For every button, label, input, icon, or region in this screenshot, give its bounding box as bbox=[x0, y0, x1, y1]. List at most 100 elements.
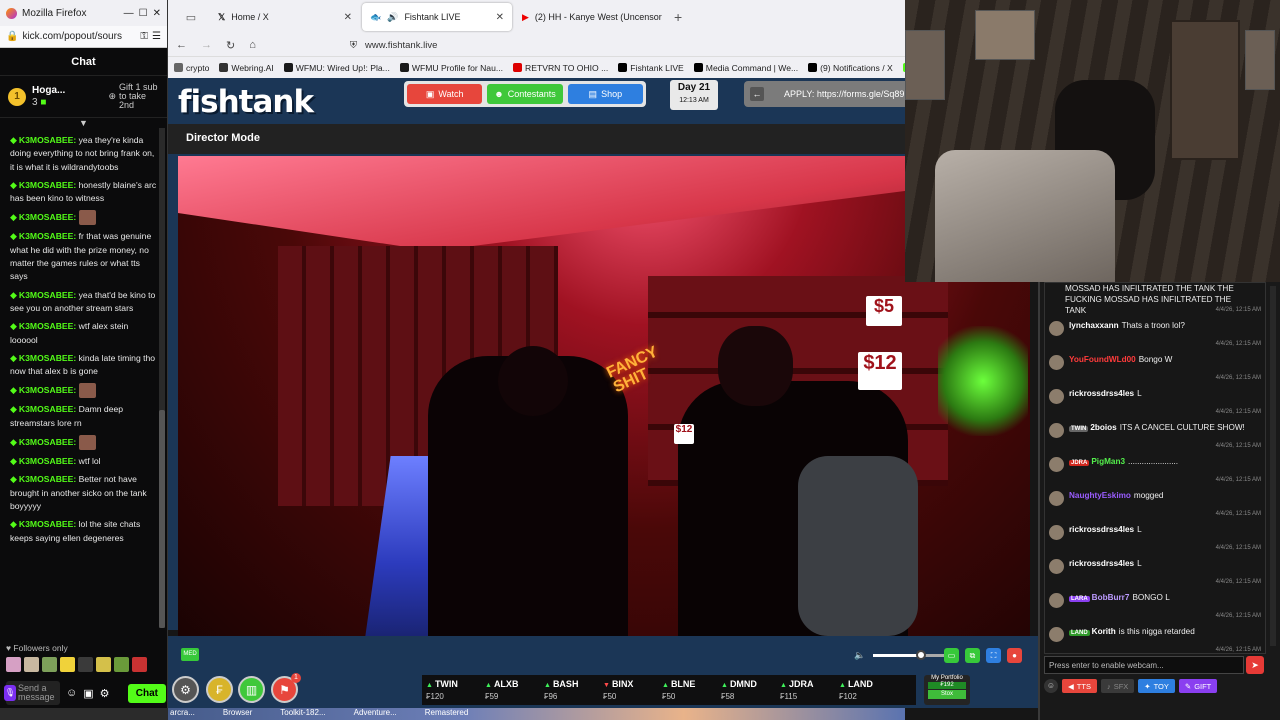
chat-username[interactable]: K3MOSABEE: bbox=[19, 135, 76, 145]
site-info-icon[interactable]: ⛨ bbox=[350, 40, 357, 51]
forward-icon[interactable]: → bbox=[201, 39, 212, 51]
stox-item[interactable]: ▼ BINX ₣50 bbox=[603, 679, 662, 702]
volume-icon[interactable]: 🔈 bbox=[854, 650, 865, 661]
avatar[interactable] bbox=[1049, 321, 1064, 336]
close-icon[interactable]: ✕ bbox=[153, 8, 161, 19]
send-icon[interactable]: ➤ bbox=[1246, 656, 1264, 674]
bookmark-item[interactable]: Fishtank LIVE bbox=[618, 63, 684, 73]
chat-username[interactable]: lynchaxxann bbox=[1069, 321, 1119, 330]
chat-scrollbar[interactable] bbox=[1270, 286, 1276, 646]
volume-slider[interactable] bbox=[873, 650, 954, 660]
record-icon[interactable]: ● bbox=[1007, 648, 1022, 663]
tab-youtube-kanye[interactable]: ▶ (2) HH - Kanye West (Uncensor ✕ bbox=[514, 3, 664, 31]
tab-overview-icon[interactable]: ▭ bbox=[174, 11, 208, 24]
chat-username[interactable]: Korith bbox=[1092, 627, 1116, 636]
chat-username[interactable]: rickrossdrss4les bbox=[1069, 389, 1134, 398]
avatar[interactable] bbox=[1049, 423, 1064, 438]
bookmark-item[interactable]: WFMU Profile for Nau... bbox=[399, 63, 503, 73]
bookmark-item[interactable]: WFMU: Wired Up!: Pla... bbox=[283, 63, 390, 73]
quality-badge[interactable]: MED bbox=[181, 648, 199, 661]
chat-username[interactable]: YouFoundWLd00 bbox=[1069, 355, 1136, 364]
stox-item[interactable]: ▲ LAND ₣102 bbox=[839, 679, 898, 702]
address-bar[interactable]: ⛨ www.fishtank.live bbox=[269, 35, 897, 55]
shop-button[interactable]: ▤ Shop bbox=[567, 84, 643, 104]
chat-username[interactable]: K3MOSABEE: bbox=[19, 321, 76, 331]
chat-username[interactable]: K3MOSABEE: bbox=[19, 385, 76, 395]
avatar[interactable] bbox=[1049, 593, 1064, 608]
collapse-chevron-icon[interactable]: ▼ bbox=[0, 118, 167, 132]
chat-username[interactable]: rickrossdrss4les bbox=[1069, 525, 1134, 534]
chat-username[interactable]: K3MOSABEE: bbox=[19, 180, 76, 190]
address-url[interactable]: www.fishtank.live bbox=[365, 40, 437, 51]
fullscreen-icon[interactable]: ⛶ bbox=[986, 648, 1001, 663]
minimize-icon[interactable]: — bbox=[124, 8, 134, 19]
microphone-icon[interactable]: 🎙 bbox=[4, 685, 16, 701]
volume-control[interactable]: 🔈 bbox=[854, 650, 954, 661]
stox-item[interactable]: ▲ BLNE ₣50 bbox=[662, 679, 721, 702]
bookmark-item[interactable]: crypto bbox=[174, 63, 209, 73]
stox-ticker[interactable]: ▲ TWIN ₣120 ▲ ALXB ₣59 ▲ BASH ₣96 ▼ BINX ₣50 ▲ BLNE ₣5… bbox=[422, 675, 916, 705]
chat-toggle-icon[interactable]: ▭ bbox=[944, 648, 959, 663]
portfolio-widget[interactable]: My Portfolio ₣192 Stox bbox=[924, 675, 970, 705]
speaker-icon[interactable]: 🔊 bbox=[387, 12, 398, 23]
emote-picker-icon[interactable]: ☺ bbox=[66, 687, 77, 699]
gift-button[interactable]: ✎ GIFT bbox=[1178, 679, 1218, 693]
apply-text[interactable]: APPLY: https://forms.gle/Sq89 bbox=[784, 89, 904, 99]
emote[interactable] bbox=[6, 657, 21, 672]
bookmark-item[interactable]: Media Command | We... bbox=[693, 63, 798, 73]
settings-gear-icon[interactable]: ⚙ bbox=[100, 687, 110, 700]
inventory-button[interactable]: ▥ bbox=[238, 676, 265, 703]
emote[interactable] bbox=[114, 657, 129, 672]
taskbar-item[interactable]: Adventure... bbox=[354, 708, 397, 720]
chat-send-button[interactable]: Chat bbox=[127, 683, 166, 703]
avatar[interactable] bbox=[1049, 355, 1064, 370]
gift-sub-prompt[interactable]: ⊕ Gift 1 sub to take 2nd bbox=[108, 83, 159, 110]
coins-button[interactable]: ₣ bbox=[206, 676, 233, 703]
popout-url[interactable]: kick.com/popout/sours bbox=[22, 31, 136, 42]
taskbar-item[interactable]: Remastered bbox=[425, 708, 469, 720]
avatar[interactable] bbox=[1049, 559, 1064, 574]
tab-fishtank-live[interactable]: 🐟 🔊 Fishtank LIVE ✕ bbox=[362, 3, 512, 31]
stox-item[interactable]: ▲ BASH ₣96 bbox=[544, 679, 603, 702]
emote[interactable] bbox=[96, 657, 111, 672]
chat-username[interactable]: NaughtyEskimo bbox=[1069, 491, 1131, 500]
toy-button[interactable]: ✦ TOY bbox=[1138, 679, 1175, 693]
emote[interactable] bbox=[24, 657, 39, 672]
chat-username[interactable]: K3MOSABEE: bbox=[19, 290, 76, 300]
emote[interactable] bbox=[132, 657, 147, 672]
secondary-camera-feed[interactable] bbox=[905, 0, 1280, 282]
popout-address-bar[interactable]: 🔒 kick.com/popout/sours ⚿ ☰ bbox=[0, 26, 167, 48]
stox-item[interactable]: ▲ JDRA ₣115 bbox=[780, 679, 839, 702]
stox-item[interactable]: ▲ TWIN ₣120 bbox=[426, 679, 485, 702]
pip-icon[interactable]: ⧉ bbox=[965, 648, 980, 663]
chat-username[interactable]: K3MOSABEE: bbox=[19, 212, 76, 222]
chat-username[interactable]: BobBurr7 bbox=[1092, 593, 1130, 602]
taskbar-item[interactable]: Toolkit-182... bbox=[280, 708, 325, 720]
chat-username[interactable]: rickrossdrss4les bbox=[1069, 559, 1134, 568]
home-icon[interactable]: ⌂ bbox=[249, 39, 256, 51]
pinned-username[interactable]: Hoga... bbox=[32, 85, 65, 97]
arrow-left-icon[interactable]: ← bbox=[750, 87, 764, 101]
menu-icon[interactable]: ☰ bbox=[152, 31, 161, 42]
fishtank-logo[interactable]: fishtank bbox=[178, 84, 314, 120]
emote-bar[interactable] bbox=[6, 657, 147, 672]
chat-username[interactable]: K3MOSABEE: bbox=[19, 456, 76, 466]
key-icon[interactable]: ⚿ bbox=[140, 31, 148, 42]
pinned-gifter[interactable]: 1 Hoga... 3 ■ ⊕ Gift 1 sub to take 2nd bbox=[0, 76, 167, 118]
watch-button[interactable]: ▣ Watch bbox=[407, 84, 483, 104]
tab-home-x[interactable]: 𝕏 Home / X ✕ bbox=[210, 3, 360, 31]
close-tab-icon[interactable]: ✕ bbox=[496, 12, 504, 23]
avatar[interactable] bbox=[1049, 525, 1064, 540]
avatar[interactable] bbox=[1049, 627, 1064, 642]
gift-box-icon[interactable]: ▣ bbox=[83, 687, 93, 700]
close-tab-icon[interactable]: ✕ bbox=[344, 12, 352, 23]
bookmark-item[interactable]: (9) Notifications / X bbox=[808, 63, 893, 73]
live-video-stream[interactable]: FANCY SHIT $5 $12 $12 bbox=[178, 156, 1030, 636]
bookmark-item[interactable]: Webring.AI bbox=[219, 63, 274, 73]
emote[interactable] bbox=[60, 657, 75, 672]
chat-input[interactable]: 🎙 Send a message bbox=[4, 681, 60, 705]
bookmark-item[interactable]: RETVRN TO OHIO ... bbox=[513, 63, 608, 73]
avatar[interactable] bbox=[1049, 457, 1064, 472]
stox-button[interactable]: Stox bbox=[928, 690, 966, 699]
apply-banner[interactable]: ← APPLY: https://forms.gle/Sq89 bbox=[744, 81, 909, 107]
